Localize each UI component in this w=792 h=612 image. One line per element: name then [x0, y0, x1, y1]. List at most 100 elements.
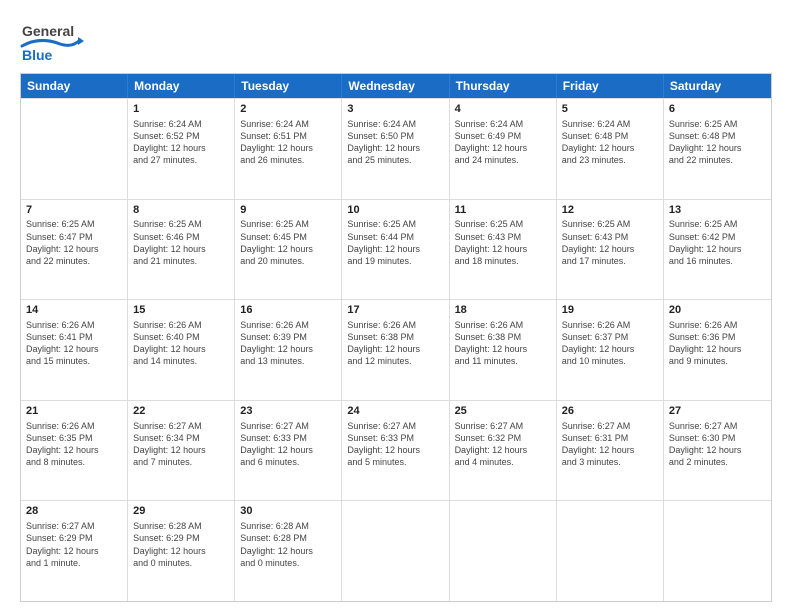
cal-row-0: 1Sunrise: 6:24 AMSunset: 6:52 PMDaylight…	[21, 98, 771, 199]
cell-info: Sunrise: 6:28 AMSunset: 6:28 PMDaylight:…	[240, 520, 336, 569]
cell-info: Sunrise: 6:24 AMSunset: 6:49 PMDaylight:…	[455, 118, 551, 167]
day-number: 7	[26, 203, 122, 218]
day-number: 28	[26, 504, 122, 519]
day-number: 25	[455, 404, 551, 419]
cal-cell-empty-6	[664, 501, 771, 601]
day-number: 5	[562, 102, 658, 117]
cal-cell-2: 2Sunrise: 6:24 AMSunset: 6:51 PMDaylight…	[235, 99, 342, 199]
cal-cell-6: 6Sunrise: 6:25 AMSunset: 6:48 PMDaylight…	[664, 99, 771, 199]
day-number: 3	[347, 102, 443, 117]
cell-info: Sunrise: 6:27 AMSunset: 6:34 PMDaylight:…	[133, 420, 229, 469]
cell-info: Sunrise: 6:26 AMSunset: 6:40 PMDaylight:…	[133, 319, 229, 368]
cal-cell-4: 4Sunrise: 6:24 AMSunset: 6:49 PMDaylight…	[450, 99, 557, 199]
cal-header-thursday: Thursday	[450, 74, 557, 98]
cal-cell-24: 24Sunrise: 6:27 AMSunset: 6:33 PMDayligh…	[342, 401, 449, 501]
day-number: 23	[240, 404, 336, 419]
cell-info: Sunrise: 6:25 AMSunset: 6:47 PMDaylight:…	[26, 218, 122, 267]
day-number: 1	[133, 102, 229, 117]
cell-info: Sunrise: 6:27 AMSunset: 6:30 PMDaylight:…	[669, 420, 766, 469]
day-number: 4	[455, 102, 551, 117]
cal-cell-25: 25Sunrise: 6:27 AMSunset: 6:32 PMDayligh…	[450, 401, 557, 501]
cal-cell-11: 11Sunrise: 6:25 AMSunset: 6:43 PMDayligh…	[450, 200, 557, 300]
day-number: 9	[240, 203, 336, 218]
cal-row-2: 14Sunrise: 6:26 AMSunset: 6:41 PMDayligh…	[21, 299, 771, 400]
svg-text:General: General	[22, 23, 74, 39]
day-number: 12	[562, 203, 658, 218]
cell-info: Sunrise: 6:26 AMSunset: 6:38 PMDaylight:…	[347, 319, 443, 368]
cal-header-saturday: Saturday	[664, 74, 771, 98]
cal-cell-13: 13Sunrise: 6:25 AMSunset: 6:42 PMDayligh…	[664, 200, 771, 300]
cal-cell-14: 14Sunrise: 6:26 AMSunset: 6:41 PMDayligh…	[21, 300, 128, 400]
day-number: 19	[562, 303, 658, 318]
day-number: 10	[347, 203, 443, 218]
cal-cell-empty-0	[21, 99, 128, 199]
day-number: 24	[347, 404, 443, 419]
cal-header-friday: Friday	[557, 74, 664, 98]
day-number: 20	[669, 303, 766, 318]
cell-info: Sunrise: 6:26 AMSunset: 6:41 PMDaylight:…	[26, 319, 122, 368]
cell-info: Sunrise: 6:27 AMSunset: 6:31 PMDaylight:…	[562, 420, 658, 469]
cell-info: Sunrise: 6:27 AMSunset: 6:32 PMDaylight:…	[455, 420, 551, 469]
cal-cell-16: 16Sunrise: 6:26 AMSunset: 6:39 PMDayligh…	[235, 300, 342, 400]
calendar-header-row: SundayMondayTuesdayWednesdayThursdayFrid…	[21, 74, 771, 98]
day-number: 15	[133, 303, 229, 318]
day-number: 8	[133, 203, 229, 218]
cal-row-1: 7Sunrise: 6:25 AMSunset: 6:47 PMDaylight…	[21, 199, 771, 300]
cal-cell-12: 12Sunrise: 6:25 AMSunset: 6:43 PMDayligh…	[557, 200, 664, 300]
cell-info: Sunrise: 6:27 AMSunset: 6:29 PMDaylight:…	[26, 520, 122, 569]
day-number: 17	[347, 303, 443, 318]
cell-info: Sunrise: 6:26 AMSunset: 6:35 PMDaylight:…	[26, 420, 122, 469]
logo-svg: General Blue	[20, 18, 100, 63]
cal-cell-5: 5Sunrise: 6:24 AMSunset: 6:48 PMDaylight…	[557, 99, 664, 199]
day-number: 22	[133, 404, 229, 419]
calendar-page: General Blue SundayMondayTuesdayWednesda…	[0, 0, 792, 612]
cal-cell-3: 3Sunrise: 6:24 AMSunset: 6:50 PMDaylight…	[342, 99, 449, 199]
cal-cell-15: 15Sunrise: 6:26 AMSunset: 6:40 PMDayligh…	[128, 300, 235, 400]
day-number: 29	[133, 504, 229, 519]
cell-info: Sunrise: 6:26 AMSunset: 6:38 PMDaylight:…	[455, 319, 551, 368]
cal-row-3: 21Sunrise: 6:26 AMSunset: 6:35 PMDayligh…	[21, 400, 771, 501]
day-number: 18	[455, 303, 551, 318]
cell-info: Sunrise: 6:27 AMSunset: 6:33 PMDaylight:…	[240, 420, 336, 469]
cell-info: Sunrise: 6:24 AMSunset: 6:50 PMDaylight:…	[347, 118, 443, 167]
cal-cell-1: 1Sunrise: 6:24 AMSunset: 6:52 PMDaylight…	[128, 99, 235, 199]
calendar-body: 1Sunrise: 6:24 AMSunset: 6:52 PMDaylight…	[21, 98, 771, 601]
cell-info: Sunrise: 6:25 AMSunset: 6:42 PMDaylight:…	[669, 218, 766, 267]
cell-info: Sunrise: 6:27 AMSunset: 6:33 PMDaylight:…	[347, 420, 443, 469]
cal-row-4: 28Sunrise: 6:27 AMSunset: 6:29 PMDayligh…	[21, 500, 771, 601]
cell-info: Sunrise: 6:25 AMSunset: 6:44 PMDaylight:…	[347, 218, 443, 267]
cell-info: Sunrise: 6:25 AMSunset: 6:46 PMDaylight:…	[133, 218, 229, 267]
cal-cell-18: 18Sunrise: 6:26 AMSunset: 6:38 PMDayligh…	[450, 300, 557, 400]
cell-info: Sunrise: 6:25 AMSunset: 6:48 PMDaylight:…	[669, 118, 766, 167]
day-number: 26	[562, 404, 658, 419]
day-number: 16	[240, 303, 336, 318]
day-number: 2	[240, 102, 336, 117]
day-number: 13	[669, 203, 766, 218]
cal-cell-19: 19Sunrise: 6:26 AMSunset: 6:37 PMDayligh…	[557, 300, 664, 400]
cal-cell-28: 28Sunrise: 6:27 AMSunset: 6:29 PMDayligh…	[21, 501, 128, 601]
cal-cell-29: 29Sunrise: 6:28 AMSunset: 6:29 PMDayligh…	[128, 501, 235, 601]
day-number: 21	[26, 404, 122, 419]
cal-cell-8: 8Sunrise: 6:25 AMSunset: 6:46 PMDaylight…	[128, 200, 235, 300]
cell-info: Sunrise: 6:25 AMSunset: 6:45 PMDaylight:…	[240, 218, 336, 267]
cell-info: Sunrise: 6:24 AMSunset: 6:48 PMDaylight:…	[562, 118, 658, 167]
calendar: SundayMondayTuesdayWednesdayThursdayFrid…	[20, 73, 772, 602]
cal-cell-30: 30Sunrise: 6:28 AMSunset: 6:28 PMDayligh…	[235, 501, 342, 601]
day-number: 14	[26, 303, 122, 318]
cell-info: Sunrise: 6:25 AMSunset: 6:43 PMDaylight:…	[455, 218, 551, 267]
cell-info: Sunrise: 6:26 AMSunset: 6:37 PMDaylight:…	[562, 319, 658, 368]
cal-header-wednesday: Wednesday	[342, 74, 449, 98]
cal-cell-empty-4	[450, 501, 557, 601]
cal-cell-empty-5	[557, 501, 664, 601]
cell-info: Sunrise: 6:25 AMSunset: 6:43 PMDaylight:…	[562, 218, 658, 267]
day-number: 6	[669, 102, 766, 117]
cal-header-tuesday: Tuesday	[235, 74, 342, 98]
cell-info: Sunrise: 6:28 AMSunset: 6:29 PMDaylight:…	[133, 520, 229, 569]
day-number: 30	[240, 504, 336, 519]
cal-header-sunday: Sunday	[21, 74, 128, 98]
page-header: General Blue	[20, 18, 772, 63]
cal-header-monday: Monday	[128, 74, 235, 98]
day-number: 27	[669, 404, 766, 419]
cell-info: Sunrise: 6:26 AMSunset: 6:39 PMDaylight:…	[240, 319, 336, 368]
cal-cell-10: 10Sunrise: 6:25 AMSunset: 6:44 PMDayligh…	[342, 200, 449, 300]
